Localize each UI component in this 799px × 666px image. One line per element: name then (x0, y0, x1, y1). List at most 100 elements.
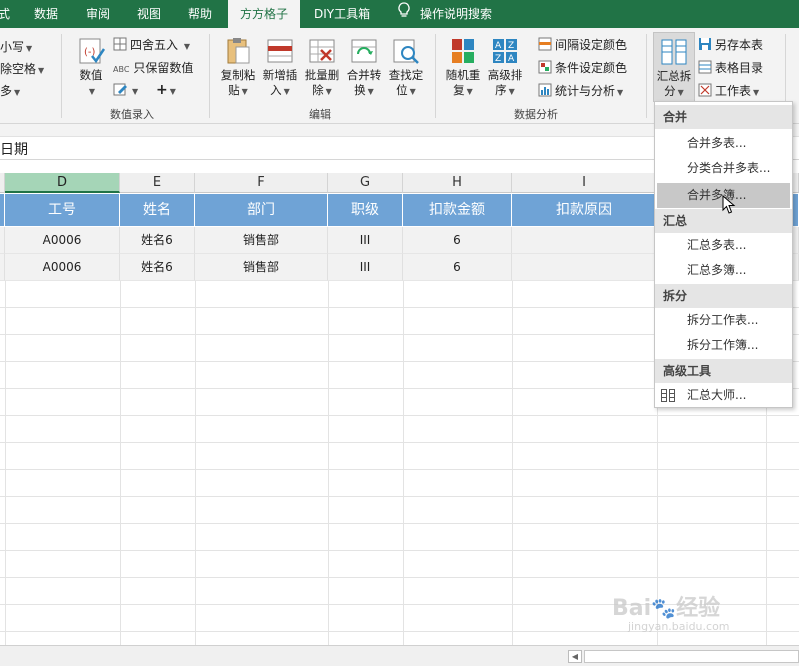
tab-formulas[interactable]: 式 (0, 0, 10, 28)
table-cell-name[interactable]: 姓名6 (120, 254, 195, 281)
worksheet-button[interactable]: 工作表 ▼ (698, 82, 759, 99)
round-button[interactable]: 四舍五入 ▼ (113, 36, 190, 53)
table-index-icon (698, 60, 712, 74)
tab-review[interactable]: 审阅 (86, 0, 110, 28)
menu-summary-workbooks[interactable]: 汇总多簿... (655, 258, 792, 283)
value-button[interactable]: (-) 数值 ▼ (70, 36, 112, 99)
table-header-reason[interactable]: 扣款原因 (512, 194, 657, 226)
table-header-dept[interactable]: 部门 (195, 194, 328, 226)
table-cell-id[interactable]: A0006 (5, 254, 120, 281)
menu-summary-master-label: 汇总大师... (687, 388, 747, 402)
table-header-id[interactable]: 工号 (5, 194, 120, 226)
random-repeat-button[interactable]: 随机重复 ▼ (442, 36, 484, 99)
round-icon (113, 37, 127, 51)
svg-text:A: A (508, 54, 515, 64)
keep-values-button[interactable]: ABC 只保留数值 (113, 59, 193, 76)
grid-line (512, 281, 513, 645)
table-cell-name[interactable]: 姓名6 (120, 227, 195, 254)
scroll-left-arrow-icon[interactable]: ◀ (568, 650, 582, 663)
edit-pencil-icon (113, 83, 127, 96)
menu-split-workbook[interactable]: 拆分工作簿... (655, 333, 792, 358)
summary-split-icon (659, 37, 689, 67)
ribbon-tab-bar: 式 数据 审阅 视图 帮助 方方格子 DIY工具箱 操作说明搜索 (0, 0, 799, 28)
table-header-amount[interactable]: 扣款金额 (403, 194, 512, 226)
column-header-d[interactable]: D (5, 173, 120, 193)
scroll-track[interactable] (584, 650, 799, 663)
menu-summary-master[interactable]: 汇总大师... (655, 383, 792, 408)
table-cell-amount[interactable]: 6 (403, 227, 512, 254)
tab-view[interactable]: 视图 (137, 0, 161, 28)
remove-spaces-button[interactable]: 除空格 ▼ (0, 60, 44, 77)
find-magnifier-icon (391, 36, 421, 66)
insert-rows-icon (265, 36, 295, 66)
abc-icon: ABC (113, 65, 130, 74)
column-header-e[interactable]: E (120, 173, 195, 193)
interval-color-button[interactable]: 间隔设定颜色 (538, 36, 627, 53)
lightbulb-icon (398, 0, 410, 28)
clipboard-icon (223, 36, 253, 66)
menu-merge-sheets[interactable]: 合并多表... (655, 131, 792, 156)
copy-paste-button[interactable]: 复制粘贴 ▼ (217, 36, 259, 99)
grid-line (0, 415, 799, 416)
tab-help[interactable]: 帮助 (188, 0, 212, 28)
group-label-input: 数值录入 (110, 108, 154, 121)
plus-icon: + (155, 82, 168, 98)
menu-category-merge-sheets[interactable]: 分类合并多表... (655, 156, 792, 181)
save-icon (699, 38, 711, 50)
summary-split-dropdown: 合并 合并多表... 分类合并多表... 合并多簿... 汇总 汇总多表... … (654, 101, 793, 408)
grid-line (0, 469, 799, 470)
grid-line (0, 523, 799, 524)
merge-convert-icon (349, 36, 379, 66)
tab-fangfang-gezi[interactable]: 方方格子 (228, 0, 301, 28)
lowercase-button[interactable]: 小写 ▼ (0, 38, 32, 55)
section-advanced-header: 高级工具 (655, 359, 792, 383)
batch-delete-button[interactable]: 批量删除 ▼ (301, 36, 343, 99)
table-cell-reason[interactable] (512, 227, 657, 254)
condition-color-icon (538, 60, 552, 74)
insert-tools-row[interactable]: ▼ + ▼ (113, 82, 176, 98)
stats-analysis-button[interactable]: 统计与分析 ▼ (538, 82, 623, 99)
condition-color-button[interactable]: 条件设定颜色 (538, 59, 627, 76)
find-locate-button[interactable]: 查找定位 ▼ (385, 36, 427, 99)
svg-text:A: A (495, 41, 502, 51)
grid-line (0, 496, 799, 497)
menu-summary-sheets[interactable]: 汇总多表... (655, 233, 792, 258)
save-sheet-button[interactable]: 另存本表 (698, 36, 763, 53)
grid-line (0, 550, 799, 551)
column-header-h[interactable]: H (403, 173, 512, 193)
summary-master-icon (661, 389, 675, 402)
column-header-i[interactable]: I (512, 173, 657, 193)
more-button[interactable]: 多 ▼ (0, 82, 20, 99)
table-cell-reason[interactable] (512, 254, 657, 281)
grid-line (328, 281, 329, 645)
table-cell-amount[interactable]: 6 (403, 254, 512, 281)
table-cell-dept[interactable]: 销售部 (195, 254, 328, 281)
table-cell-id[interactable]: A0006 (5, 227, 120, 254)
formula-text: 日期 (0, 142, 28, 158)
grid-line (5, 281, 6, 645)
summary-split-button[interactable]: 汇总拆分 ▼ (653, 32, 695, 102)
insert-new-button[interactable]: 新增插入 ▼ (259, 36, 301, 99)
svg-text:Z: Z (508, 41, 514, 51)
tab-data[interactable]: 数据 (34, 0, 58, 28)
advanced-sort-button[interactable]: AZZA 高级排序 ▼ (484, 36, 526, 99)
section-split-header: 拆分 (655, 284, 792, 308)
mouse-cursor-icon (722, 195, 736, 214)
table-index-button[interactable]: 表格目录 (698, 59, 763, 76)
menu-split-worksheet[interactable]: 拆分工作表... (655, 308, 792, 333)
horizontal-scrollbar[interactable]: ◀ (0, 645, 799, 666)
tab-diy-toolbox[interactable]: DIY工具箱 (314, 0, 370, 28)
table-header-name[interactable]: 姓名 (120, 194, 195, 226)
table-cell-level[interactable]: III (328, 227, 403, 254)
column-header-g[interactable]: G (328, 173, 403, 193)
table-cell-dept[interactable]: 销售部 (195, 227, 328, 254)
column-header-f[interactable]: F (195, 173, 328, 193)
random-blocks-icon (448, 36, 478, 66)
table-header-level[interactable]: 职级 (328, 194, 403, 226)
svg-text:Z: Z (495, 54, 501, 64)
merge-convert-button[interactable]: 合并转换 ▼ (343, 36, 385, 99)
tell-me-search[interactable]: 操作说明搜索 (398, 0, 492, 28)
grid-line (0, 577, 799, 578)
watermark-url: jingyan.baidu.com (628, 620, 730, 633)
table-cell-level[interactable]: III (328, 254, 403, 281)
